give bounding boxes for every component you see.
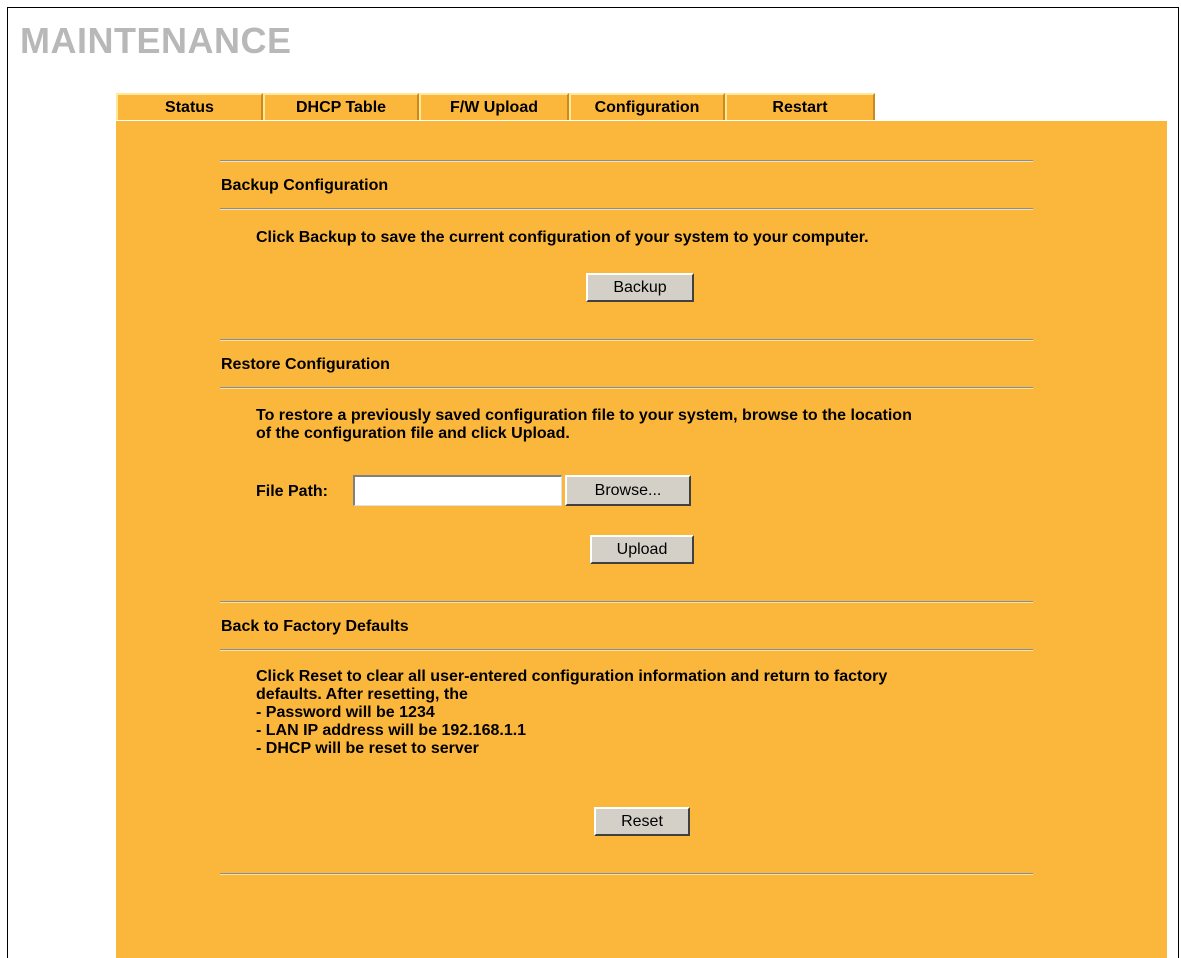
- factory-default-item: - DHCP will be reset to server: [256, 740, 479, 757]
- tab-status[interactable]: Status: [116, 93, 263, 120]
- divider: [220, 339, 1033, 341]
- upload-button[interactable]: Upload: [590, 535, 694, 564]
- file-path-input[interactable]: [353, 475, 562, 506]
- tab-configuration[interactable]: Configuration: [569, 93, 725, 120]
- page-title: MAINTENANCE: [20, 20, 292, 61]
- browse-button[interactable]: Browse...: [565, 475, 691, 506]
- restore-description: To restore a previously saved configurat…: [256, 407, 912, 443]
- file-path-label: File Path:: [256, 483, 329, 500]
- divider: [220, 208, 1033, 210]
- tab-bar: Status DHCP Table F/W Upload Configurati…: [116, 93, 875, 121]
- configuration-panel: Backup Configuration Click Backup to sav…: [116, 121, 1167, 958]
- factory-description-line-1: Click Reset to clear all user-entered co…: [256, 668, 888, 685]
- factory-description-line-2: defaults. After resetting, the: [256, 686, 468, 703]
- restore-description-line-1: To restore a previously saved configurat…: [256, 407, 912, 424]
- factory-description: Click Reset to clear all user-entered co…: [256, 668, 887, 758]
- tab-dhcp-table[interactable]: DHCP Table: [263, 93, 419, 120]
- tab-restart[interactable]: Restart: [725, 93, 875, 120]
- divider: [220, 160, 1033, 162]
- tab-fw-upload[interactable]: F/W Upload: [419, 93, 569, 120]
- restore-section-title: Restore Configuration: [221, 356, 390, 373]
- backup-section-title: Backup Configuration: [221, 177, 389, 194]
- factory-section-title: Back to Factory Defaults: [221, 618, 409, 635]
- divider: [220, 387, 1033, 389]
- restore-description-line-2: of the configuration file and click Uplo…: [256, 425, 570, 442]
- factory-default-item: - Password will be 1234: [256, 704, 435, 721]
- backup-button[interactable]: Backup: [586, 273, 694, 302]
- reset-button[interactable]: Reset: [594, 807, 690, 836]
- divider: [220, 649, 1033, 651]
- divider: [220, 601, 1033, 603]
- divider: [220, 873, 1033, 875]
- backup-description: Click Backup to save the current configu…: [256, 229, 869, 246]
- factory-default-item: - LAN IP address will be 192.168.1.1: [256, 722, 527, 739]
